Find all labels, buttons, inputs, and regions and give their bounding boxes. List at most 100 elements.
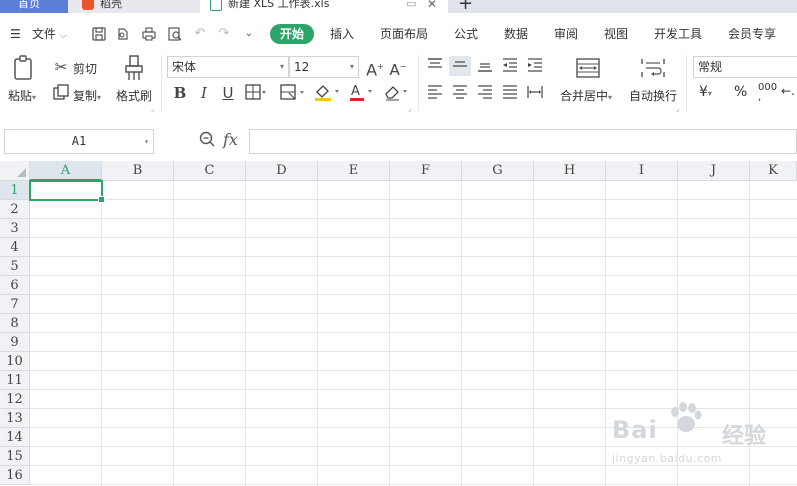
row-header-14[interactable]: 14	[0, 428, 30, 447]
clipboard-launcher-icon[interactable]: ⌟	[151, 105, 154, 113]
alignment-launcher-icon[interactable]: ⌟	[676, 105, 679, 113]
tab-home[interactable]: 首页	[0, 0, 68, 13]
italic-icon[interactable]: I	[196, 84, 212, 102]
row-header-1[interactable]: 1	[0, 181, 30, 200]
yen-icon: ¥	[699, 84, 708, 100]
currency-format-button[interactable]: ¥▾	[699, 84, 712, 100]
column-header-i[interactable]: I	[606, 161, 678, 181]
bold-icon[interactable]: B	[172, 84, 188, 102]
row-header-13[interactable]: 13	[0, 409, 30, 428]
row-header-9[interactable]: 9	[0, 333, 30, 352]
menu-file[interactable]: 文件 ⌵	[32, 13, 67, 49]
monitor-icon[interactable]: ▭	[406, 0, 416, 13]
print-preview-icon[interactable]	[168, 27, 182, 41]
paste-label: 粘贴	[8, 89, 33, 103]
align-center-icon[interactable]	[451, 85, 469, 103]
row-header-6[interactable]: 6	[0, 276, 30, 295]
font-size-select[interactable]: 12 ▾	[289, 56, 359, 78]
font-color-icon[interactable]: A	[348, 83, 376, 105]
column-header-c[interactable]: C	[174, 161, 246, 181]
number-format-select[interactable]: 常规	[693, 56, 797, 78]
cell-style-icon[interactable]	[280, 84, 306, 104]
menu-formulas[interactable]: 公式	[454, 13, 478, 49]
menu-member[interactable]: 会员专享	[728, 13, 776, 49]
row-header-16[interactable]: 16	[0, 466, 30, 485]
format-painter-icon[interactable]	[124, 54, 144, 82]
print-icon[interactable]	[142, 27, 156, 41]
decrease-indent-icon[interactable]	[501, 58, 519, 76]
save-icon[interactable]	[92, 27, 106, 41]
increase-indent-icon[interactable]	[526, 58, 544, 76]
decrease-font-size-icon[interactable]: A−	[389, 58, 407, 79]
borders-icon[interactable]	[245, 84, 267, 104]
font-launcher-icon[interactable]: ⌟	[408, 105, 411, 113]
tab-daoke[interactable]: 稻壳	[68, 0, 200, 13]
fill-color-icon[interactable]	[313, 83, 341, 105]
underline-icon[interactable]: U	[220, 84, 236, 102]
row-header-11[interactable]: 11	[0, 371, 30, 390]
menu-insert[interactable]: 插入	[330, 13, 354, 49]
increase-decimal-icon[interactable]: ←.	[781, 84, 795, 98]
select-all-corner[interactable]	[0, 161, 30, 181]
row-header-5[interactable]: 5	[0, 257, 30, 276]
formula-input[interactable]	[249, 129, 797, 154]
column-header-h[interactable]: H	[534, 161, 606, 181]
name-box[interactable]: A1 ▾	[4, 129, 154, 154]
menu-developer[interactable]: 开发工具	[654, 13, 702, 49]
distributed-align-icon[interactable]	[526, 85, 544, 103]
percent-format-button[interactable]: %	[734, 84, 747, 100]
row-header-8[interactable]: 8	[0, 314, 30, 333]
font-name-select[interactable]: 宋体 ▾	[167, 56, 289, 78]
row-header-4[interactable]: 4	[0, 238, 30, 257]
column-header-g[interactable]: G	[462, 161, 534, 181]
close-tab-icon[interactable]: ✕	[427, 0, 437, 13]
row-header-2[interactable]: 2	[0, 200, 30, 219]
format-painter-button[interactable]: 格式刷	[116, 87, 152, 104]
zoom-icon[interactable]	[199, 131, 215, 151]
tab-document[interactable]: 新建 XLS 工作表.xls ▭ ✕	[200, 0, 448, 13]
justify-icon[interactable]	[501, 85, 519, 103]
cut-button[interactable]: 剪切	[73, 60, 97, 77]
column-header-e[interactable]: E	[318, 161, 390, 181]
menu-review[interactable]: 审阅	[554, 13, 578, 49]
row-header-3[interactable]: 3	[0, 219, 30, 238]
align-top-icon[interactable]	[426, 58, 444, 76]
customize-toolbar-icon[interactable]: ⌄	[242, 27, 256, 41]
insert-function-button[interactable]: fx	[223, 130, 238, 149]
increase-font-size-icon[interactable]: A+	[366, 58, 384, 79]
paste-button[interactable]: 粘贴▾	[8, 87, 36, 104]
new-tab-button[interactable]: +	[458, 0, 473, 13]
cell-area[interactable]	[30, 181, 797, 486]
row-header-12[interactable]: 12	[0, 390, 30, 409]
row-header-15[interactable]: 15	[0, 447, 30, 466]
column-header-j[interactable]: J	[678, 161, 750, 181]
align-right-icon[interactable]	[476, 85, 494, 103]
redo-icon[interactable]: ↷	[217, 27, 231, 41]
column-header-d[interactable]: D	[246, 161, 318, 181]
menu-page-layout[interactable]: 页面布局	[380, 13, 428, 49]
align-middle-icon[interactable]	[451, 58, 469, 76]
thousands-separator-button[interactable]: 000,	[758, 83, 777, 103]
row-header-7[interactable]: 7	[0, 295, 30, 314]
merge-center-button[interactable]: 合并居中▾	[560, 87, 612, 104]
menu-data[interactable]: 数据	[504, 13, 528, 49]
row-header-10[interactable]: 10	[0, 352, 30, 371]
undo-icon[interactable]: ↶	[193, 27, 207, 41]
clear-format-icon[interactable]	[383, 83, 411, 105]
align-bottom-icon[interactable]	[476, 58, 494, 76]
merge-center-icon[interactable]	[576, 57, 600, 79]
hamburger-icon[interactable]: ☰	[10, 13, 21, 49]
menu-view[interactable]: 视图	[604, 13, 628, 49]
column-header-b[interactable]: B	[102, 161, 174, 181]
copy-button[interactable]: 复制▾	[73, 87, 101, 104]
paste-icon[interactable]	[12, 55, 36, 81]
column-header-f[interactable]: F	[390, 161, 462, 181]
column-header-k[interactable]: K	[750, 161, 797, 181]
wrap-text-button[interactable]: 自动换行	[629, 87, 677, 104]
align-left-icon[interactable]	[426, 85, 444, 103]
wrap-text-icon[interactable]	[641, 57, 665, 79]
output-pdf-icon[interactable]	[116, 27, 130, 41]
active-cell-a1[interactable]	[29, 180, 105, 203]
menu-start-button[interactable]: 开始	[270, 24, 314, 44]
column-header-a[interactable]: A	[30, 161, 102, 181]
